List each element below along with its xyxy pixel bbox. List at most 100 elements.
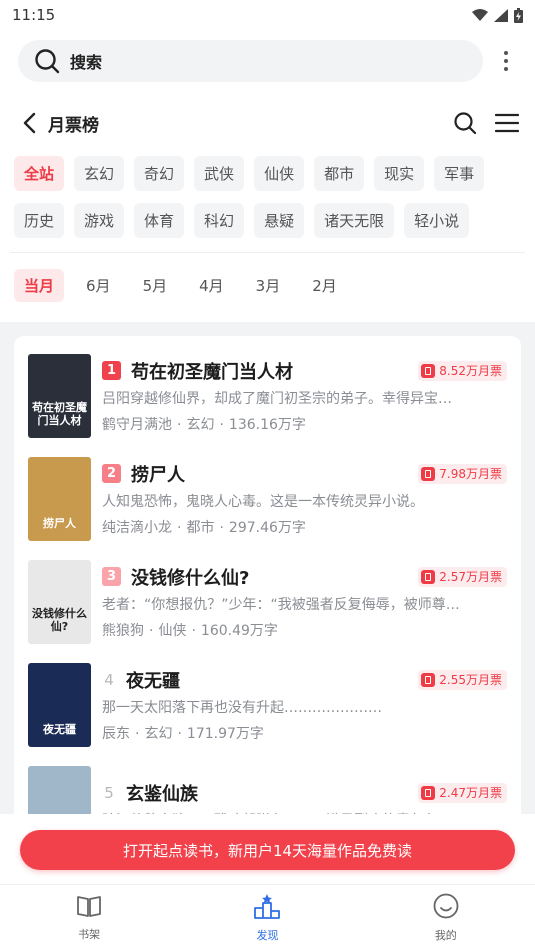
book-row[interactable]: 苟在初圣魔门当人材 1 苟在初圣魔门当人材 8.52万月票吕阳穿越修仙界，却成了魔门初… — [28, 344, 507, 447]
book-cover[interactable]: 没钱修什么仙? — [28, 559, 91, 644]
monthly-ticket-badge: 2.55万月票 — [418, 669, 507, 690]
title-bar: 月票榜 — [0, 92, 535, 154]
search-row: 搜索 — [0, 30, 535, 92]
category-chip[interactable]: 仙侠 — [254, 156, 305, 191]
tab-book[interactable]: 书架 — [0, 885, 178, 951]
book-word-count: 171.97万字 — [186, 725, 264, 742]
cover-title: 捞尸人 — [43, 517, 76, 531]
book-author: 辰东 — [102, 725, 130, 742]
header-search-icon[interactable] — [453, 111, 477, 135]
monthly-ticket-badge: 2.47万月票 — [418, 782, 507, 803]
cover-title: 夜无疆 — [43, 723, 76, 737]
search-input[interactable]: 搜索 — [18, 40, 483, 82]
ticket-icon — [421, 785, 436, 800]
category-chip[interactable]: 武侠 — [194, 156, 245, 191]
ticket-count: 2.57万月票 — [439, 570, 502, 584]
rank-badge: 4 — [104, 670, 114, 689]
month-tab[interactable]: 3月 — [246, 269, 291, 302]
ticket-count: 2.47万月票 — [439, 786, 502, 800]
more-menu-icon[interactable] — [491, 51, 521, 71]
category-filter: 全站 玄幻 奇幻 武侠 仙侠 都市 现实 军事历史 游戏 体育 科幻 悬疑 诸天无限 轻小说 — [0, 154, 535, 238]
category-chip[interactable]: 军事 — [434, 156, 485, 191]
ticket-icon — [421, 466, 436, 481]
book-cover[interactable]: 捞尸人 — [28, 456, 91, 541]
book-description: 人知鬼恐怖，鬼晓人心毒。这是一本传统灵异小说。 — [102, 493, 424, 510]
search-icon — [35, 49, 60, 74]
book-cover[interactable]: 夜无疆 — [28, 662, 91, 747]
book-row[interactable]: 没钱修什么仙? 3 没钱修什么仙? 2.57万月票 老者：“你想报仇？”少年：“我被强者… — [28, 550, 507, 653]
category-chip[interactable]: 科幻 — [194, 203, 245, 238]
category-chip[interactable]: 历史 — [14, 203, 65, 238]
book-row[interactable]: 捞尸人 2 捞尸人 7.98万月票 人知鬼恐怖，鬼晓人心毒。这是一本传统灵异小说。 纯洁滴… — [28, 447, 507, 550]
signal-icon — [494, 8, 508, 22]
meta-separator: · — [177, 725, 182, 742]
month-tab[interactable]: 6月 — [76, 269, 121, 302]
book-info: 3 没钱修什么仙? 2.57万月票 老者：“你想报仇？”少年：“我被强者反复侮辱，被师… — [102, 564, 507, 640]
book-title[interactable]: 苟在初圣魔门当人材 — [131, 358, 418, 384]
book-meta: 熊狼狗 · 仙侠 · 160.49万字 — [102, 620, 507, 640]
tab-label: 书架 — [78, 928, 101, 941]
month-tab[interactable]: 2月 — [302, 269, 347, 302]
book-cover[interactable]: 苟在初圣魔门当人材 — [28, 353, 91, 438]
book-icon — [76, 894, 102, 921]
cover-title: 苟在初圣魔门当人材 — [32, 401, 87, 428]
tab-label: 我的 — [434, 929, 457, 942]
month-tab[interactable]: 5月 — [133, 269, 178, 302]
promo-area: 打开起点读书，新用户14天海量作品免费读 — [0, 814, 535, 884]
smile-icon — [433, 893, 459, 922]
rank-badge: 1 — [102, 361, 121, 380]
category-chip[interactable]: 游戏 — [74, 203, 125, 238]
book-author: 纯洁滴小龙 — [102, 519, 172, 536]
book-title-line: 3 没钱修什么仙? 2.57万月票 — [102, 564, 507, 590]
book-title[interactable]: 没钱修什么仙? — [131, 564, 418, 590]
status-time: 11:15 — [12, 6, 56, 24]
ticket-icon — [421, 569, 436, 584]
month-tab[interactable]: 4月 — [189, 269, 234, 302]
ranking-list: 苟在初圣魔门当人材 1 苟在初圣魔门当人材 8.52万月票吕阳穿越修仙界，却成了魔门初… — [14, 336, 521, 852]
book-description: 那一天太阳落下再也没有升起………………… — [102, 699, 382, 716]
book-author: 鹤守月满池 — [102, 416, 172, 433]
month-tab[interactable]: 当月 — [14, 269, 65, 302]
ticket-count: 7.98万月票 — [439, 467, 502, 481]
category-chip[interactable]: 悬疑 — [254, 203, 305, 238]
wifi-icon — [472, 8, 488, 21]
month-filter: 当月 6月 5月 4月 3月 2月 — [0, 253, 535, 302]
category-chip[interactable]: 体育 — [134, 203, 185, 238]
book-word-count: 297.46万字 — [228, 519, 306, 536]
meta-separator: · — [135, 725, 140, 742]
category-chip[interactable]: 都市 — [314, 156, 365, 191]
book-word-count: 136.16万字 — [228, 416, 306, 433]
book-title[interactable]: 玄鉴仙族 — [126, 780, 418, 806]
category-chip[interactable]: 奇幻 — [134, 156, 185, 191]
monthly-ticket-badge: 8.52万月票 — [418, 360, 507, 381]
rank-badge: 2 — [102, 464, 121, 483]
rank-badge: 5 — [104, 783, 114, 802]
monthly-ticket-badge: 7.98万月票 — [418, 463, 507, 484]
category-chip[interactable]: 玄幻 — [74, 156, 125, 191]
book-meta: 纯洁滴小龙 · 都市 · 297.46万字 — [102, 517, 507, 537]
category-chip[interactable]: 全站 — [14, 156, 65, 191]
book-genre: 玄幻 — [186, 416, 215, 433]
search-label: 搜索 — [70, 53, 103, 72]
tab-podium[interactable]: 发现 — [178, 885, 356, 951]
category-chip[interactable]: 轻小说 — [404, 203, 470, 238]
category-chip[interactable]: 诸天无限 — [314, 203, 395, 238]
ticket-count: 8.52万月票 — [439, 364, 502, 378]
bottom-tab-bar: 书架 发现 我的 — [0, 884, 535, 951]
book-description: 吕阳穿越修仙界，却成了魔门初圣宗的弟子。幸得异宝… — [102, 390, 452, 407]
book-title[interactable]: 捞尸人 — [131, 461, 418, 487]
meta-separator: · — [219, 416, 224, 433]
book-title[interactable]: 夜无疆 — [126, 667, 418, 693]
meta-separator: · — [177, 416, 182, 433]
book-title-line: 2 捞尸人 7.98万月票 — [102, 461, 507, 487]
open-app-banner[interactable]: 打开起点读书，新用户14天海量作品免费读 — [20, 830, 515, 870]
ranking-list-area: 苟在初圣魔门当人材 1 苟在初圣魔门当人材 8.52万月票吕阳穿越修仙界，却成了魔门初… — [0, 322, 535, 852]
page-title: 月票榜 — [48, 115, 99, 136]
book-row[interactable]: 夜无疆 4 夜无疆 2.55万月票 那一天太阳落下再也没有升起………………… 辰东 · 玄幻 ·… — [28, 653, 507, 756]
tab-smile[interactable]: 我的 — [357, 885, 535, 951]
back-icon[interactable] — [22, 112, 38, 134]
category-chip[interactable]: 现实 — [374, 156, 425, 191]
book-author: 熊狼狗 — [102, 622, 144, 639]
menu-icon[interactable] — [495, 113, 519, 133]
tab-label: 发现 — [256, 929, 279, 942]
